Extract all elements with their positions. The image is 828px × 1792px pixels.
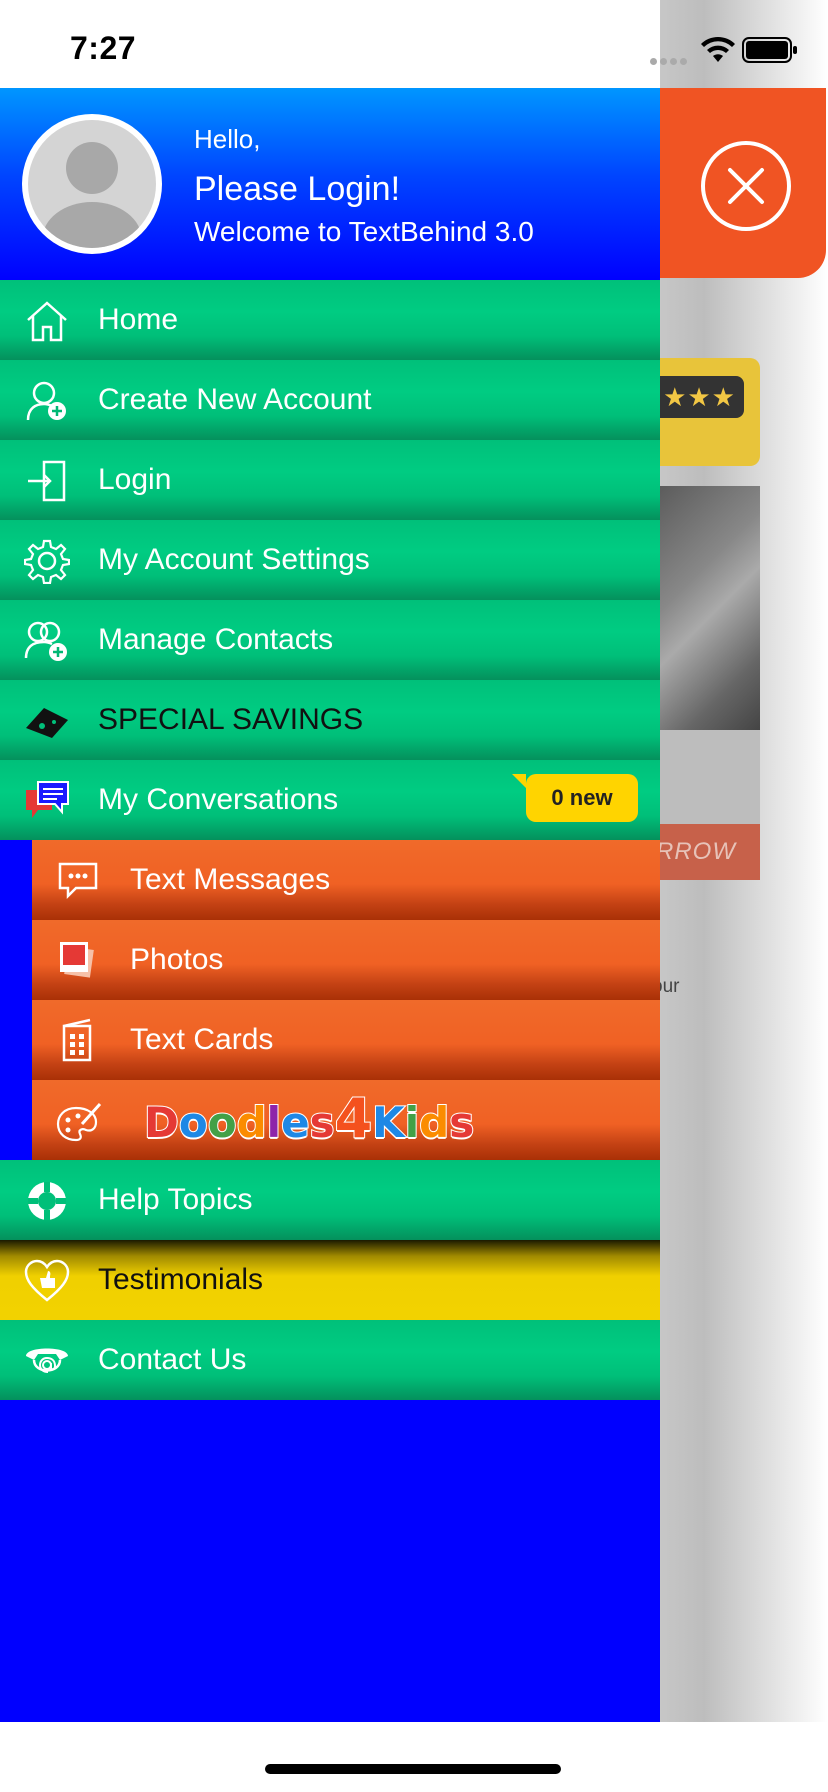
wifi-icon bbox=[701, 36, 735, 62]
menu-item-text-messages[interactable]: Text Messages bbox=[32, 840, 660, 920]
menu-label-help-topics: Help Topics bbox=[98, 1183, 253, 1216]
doodles4kids-logo: Doodles4Kids bbox=[143, 1086, 475, 1151]
avatar[interactable] bbox=[22, 114, 162, 254]
menu-label-contact-us: Contact Us bbox=[98, 1343, 247, 1376]
phone-at-icon bbox=[26, 1348, 68, 1373]
menu-label-text-cards: Text Cards bbox=[130, 1023, 274, 1056]
menu-item-account-settings[interactable]: My Account Settings bbox=[0, 520, 660, 600]
menu-label-text-messages: Text Messages bbox=[130, 863, 331, 896]
user-silhouette-icon bbox=[42, 142, 142, 248]
menu-label-account-settings: My Account Settings bbox=[98, 543, 370, 576]
add-user-icon bbox=[26, 381, 66, 421]
menu-label-home: Home bbox=[98, 303, 179, 336]
menu-label-conversations: My Conversations bbox=[98, 783, 339, 816]
close-icon bbox=[728, 168, 764, 204]
contacts-icon bbox=[24, 621, 67, 661]
conversations-new-badge: 0 new bbox=[512, 774, 638, 822]
status-icons bbox=[650, 34, 828, 70]
menu-item-doodles[interactable]: Doodles4Kids bbox=[32, 1080, 660, 1160]
lifebuoy-icon bbox=[28, 1182, 66, 1220]
photo-icon bbox=[60, 942, 94, 978]
menu-item-home[interactable]: Home bbox=[0, 280, 660, 360]
status-bar: 7:27 bbox=[0, 0, 660, 88]
card-icon bbox=[62, 1018, 92, 1062]
navigation-drawer: Hello, Please Login! Welcome to TextBehi… bbox=[0, 88, 660, 1722]
status-time: 7:27 bbox=[70, 30, 137, 66]
menu-item-create-account[interactable]: Create New Account bbox=[0, 360, 660, 440]
gear-icon bbox=[24, 539, 70, 584]
menu-item-special-savings[interactable]: SPECIAL SAVINGS bbox=[0, 680, 660, 760]
close-drawer-button[interactable] bbox=[701, 141, 791, 231]
heart-thumb-icon bbox=[24, 1259, 70, 1302]
menu-label-testimonials: Testimonials bbox=[98, 1263, 264, 1296]
home-icon bbox=[27, 301, 67, 342]
chat-bubbles-icon bbox=[26, 781, 69, 818]
menu-item-photos[interactable]: Photos bbox=[32, 920, 660, 1000]
menu-item-manage-contacts[interactable]: Manage Contacts bbox=[0, 600, 660, 680]
menu-item-text-cards[interactable]: Text Cards bbox=[32, 1000, 660, 1080]
menu-item-contact-us[interactable]: Contact Us bbox=[0, 1320, 660, 1400]
drawer-menu: Home Create New Account Login My Account… bbox=[0, 280, 660, 1400]
menu-label-create-account: Create New Account bbox=[98, 383, 372, 416]
menu-item-help-topics[interactable]: Help Topics bbox=[0, 1160, 660, 1240]
menu-item-login[interactable]: Login bbox=[0, 440, 660, 520]
signal-icon bbox=[650, 52, 690, 65]
menu-label-manage-contacts: Manage Contacts bbox=[98, 623, 334, 656]
login-title[interactable]: Please Login! bbox=[194, 170, 400, 209]
welcome-text: Welcome to TextBehind 3.0 bbox=[194, 216, 534, 247]
palette-icon bbox=[56, 1102, 102, 1142]
menu-label-photos: Photos bbox=[130, 943, 224, 976]
home-indicator[interactable] bbox=[265, 1764, 561, 1774]
message-icon bbox=[58, 862, 98, 900]
menu-label-login: Login bbox=[98, 463, 172, 496]
greeting-text: Hello, bbox=[194, 124, 261, 154]
menu-item-conversations[interactable]: My Conversations 0 new bbox=[0, 760, 660, 840]
conversations-submenu: Text Messages Photos Text Cards Doodles4… bbox=[0, 840, 660, 1160]
gamepad-icon bbox=[26, 708, 68, 738]
battery-icon bbox=[742, 37, 797, 63]
menu-label-special-savings: SPECIAL SAVINGS bbox=[98, 703, 364, 736]
login-door-icon bbox=[28, 460, 66, 502]
menu-item-testimonials[interactable]: Testimonials bbox=[0, 1240, 660, 1320]
profile-header: Hello, Please Login! Welcome to TextBehi… bbox=[0, 88, 660, 280]
